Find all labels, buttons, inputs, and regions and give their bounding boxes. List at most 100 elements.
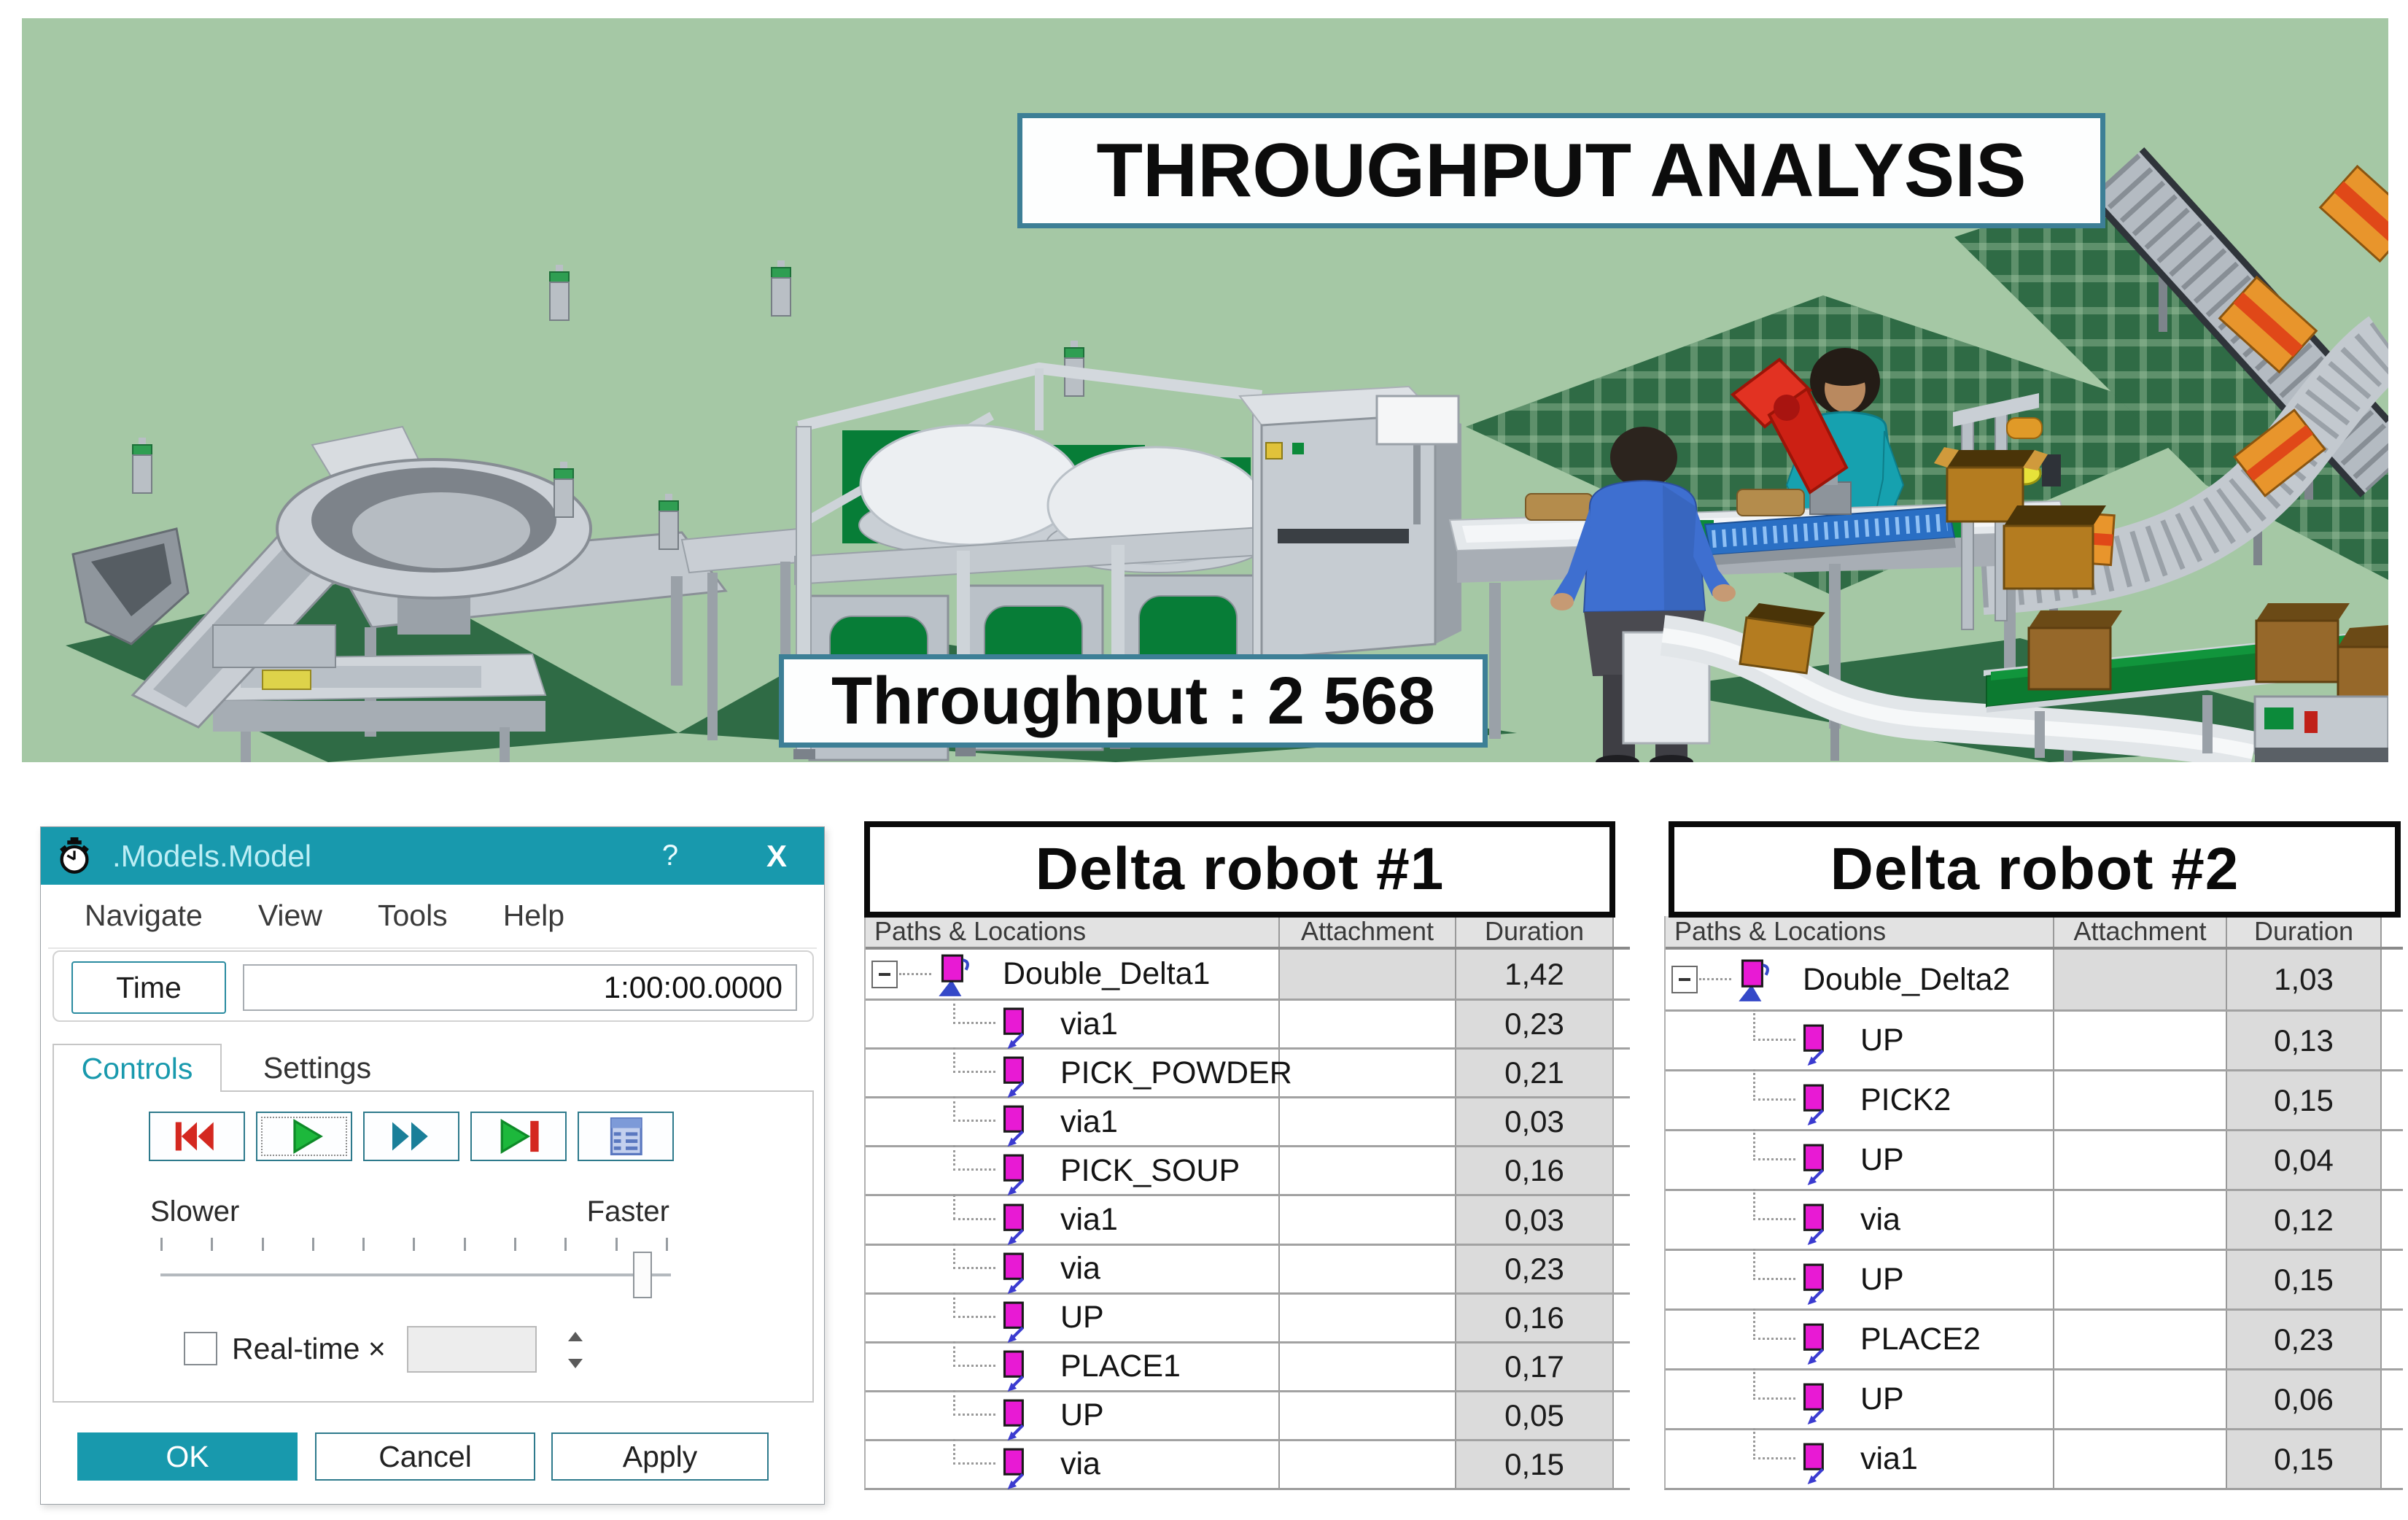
location-icon [1798, 1442, 1832, 1484]
focus-outline [261, 1117, 347, 1156]
tree-expander-icon[interactable] [1671, 966, 1698, 993]
table-row[interactable]: UP 0,13 [1666, 1009, 2403, 1069]
duration-cell: 0,15 [1456, 1441, 1614, 1488]
table-row[interactable]: UP 0,06 [1666, 1368, 2403, 1428]
duration-value: 0,03 [1504, 1203, 1564, 1238]
location-icon [998, 1007, 1032, 1049]
table-row[interactable]: via1 0,15 [1666, 1428, 2403, 1488]
realtime-checkbox[interactable] [184, 1332, 217, 1365]
table-row[interactable]: via 0,15 [866, 1439, 1630, 1488]
simulation-viewport[interactable]: THROUGHPUT ANALYSIS Throughput : 2 568 [22, 18, 2388, 762]
tab-controls[interactable]: Controls [53, 1044, 222, 1092]
path-label: UP [1860, 1262, 1904, 1298]
row-gutter [2382, 1311, 2404, 1368]
path-location-cell: via1 [866, 1098, 1280, 1145]
path-location-cell: Double_Delta2 [1666, 950, 2054, 1009]
step-to-end-button[interactable] [470, 1112, 567, 1161]
tree-line [1753, 1368, 1795, 1400]
table-row[interactable]: PICK_POWDER 0,21 [866, 1047, 1630, 1096]
skip-to-start-button[interactable] [149, 1112, 245, 1161]
tree-expander-icon[interactable] [871, 961, 898, 988]
realtime-factor-input[interactable] [407, 1326, 537, 1373]
path-label: UP [1860, 1142, 1904, 1178]
table-row[interactable]: PLACE1 0,17 [866, 1341, 1630, 1390]
play-button[interactable] [256, 1112, 352, 1161]
stepper-down-icon[interactable] [568, 1359, 583, 1368]
stopwatch-icon [57, 837, 92, 875]
column-header-attachment[interactable]: Attachment [2054, 916, 2227, 947]
table-row[interactable]: via1 0,03 [866, 1096, 1630, 1145]
table-row[interactable]: PICK_SOUP 0,16 [866, 1145, 1630, 1194]
table-row[interactable]: UP 0,15 [1666, 1249, 2403, 1308]
tree-line [953, 1194, 995, 1220]
duration-value: 0,12 [2274, 1203, 2334, 1238]
help-button[interactable]: ? [645, 827, 696, 885]
ok-button[interactable]: OK [77, 1432, 298, 1481]
tree-line [953, 1439, 995, 1465]
path-label: via [1860, 1202, 1900, 1238]
table-row[interactable]: via1 0,03 [866, 1194, 1630, 1243]
column-header-duration[interactable]: Duration [1456, 916, 1614, 947]
controls-tab-panel: Slower Faster Real-time × [53, 1090, 814, 1403]
table-row[interactable]: PICK2 0,15 [1666, 1069, 2403, 1129]
path-location-cell: via1 [866, 1196, 1280, 1243]
fast-forward-button[interactable] [363, 1112, 459, 1161]
path-location-cell: PICK_SOUP [866, 1147, 1280, 1194]
path-label: UP [1860, 1381, 1904, 1417]
slider-faster-label: Faster [564, 1195, 669, 1228]
menu-navigate[interactable]: Navigate [85, 899, 203, 933]
corner-machine [2255, 697, 2388, 762]
path-label: via1 [1060, 1007, 1118, 1042]
menu-view[interactable]: View [258, 899, 322, 933]
row-gutter [1614, 1001, 1631, 1047]
tree-line [953, 999, 995, 1024]
apply-button[interactable]: Apply [551, 1432, 769, 1481]
table-row[interactable]: via 0,12 [1666, 1189, 2403, 1249]
table-header: Paths & Locations Attachment Duration [866, 916, 1630, 950]
duration-value: 0,06 [2274, 1382, 2334, 1417]
cancel-button[interactable]: Cancel [315, 1432, 535, 1481]
menu-tools[interactable]: Tools [378, 899, 448, 933]
column-header-paths[interactable]: Paths & Locations [866, 916, 1280, 947]
location-icon [1798, 1083, 1832, 1125]
duration-cell: 1,03 [2227, 950, 2382, 1009]
row-gutter [2382, 1251, 2404, 1308]
table-row[interactable]: UP 0,04 [1666, 1129, 2403, 1189]
table-row[interactable]: PLACE2 0,23 [1666, 1308, 2403, 1368]
column-header-attachment[interactable]: Attachment [1280, 916, 1456, 947]
tree-line [953, 1096, 995, 1122]
dialog-titlebar[interactable]: .Models.Model ? X [41, 827, 824, 885]
table-row[interactable]: via1 0,23 [866, 999, 1630, 1047]
table-row[interactable]: Double_Delta2 1,03 [1666, 950, 2403, 1009]
path-location-cell: via [1666, 1191, 2054, 1249]
column-header-paths[interactable]: Paths & Locations [1666, 916, 2054, 947]
table-row[interactable]: via 0,23 [866, 1244, 1630, 1292]
attachment-cell [1280, 1246, 1456, 1292]
speed-slider-track[interactable] [160, 1273, 671, 1276]
location-icon [1798, 1143, 1832, 1185]
location-icon [1798, 1023, 1832, 1066]
table-header: Paths & Locations Attachment Duration [1666, 916, 2403, 950]
duration-cell: 0,06 [2227, 1370, 2382, 1428]
time-input[interactable]: 1:00:00.0000 [243, 964, 797, 1011]
event-list-button[interactable] [578, 1112, 674, 1161]
close-button[interactable]: X [745, 827, 808, 885]
attachment-cell [2054, 1311, 2227, 1368]
table-row[interactable]: Double_Delta1 1,42 [866, 950, 1630, 999]
column-header-duration[interactable]: Duration [2227, 916, 2382, 947]
speed-slider-thumb[interactable] [633, 1252, 652, 1298]
duration-value: 0,17 [1504, 1349, 1564, 1384]
time-button[interactable]: Time [71, 961, 226, 1014]
duration-cell: 0,04 [2227, 1131, 2382, 1189]
tree-line [899, 973, 931, 975]
duration-value: 1,42 [1504, 957, 1564, 992]
path-location-cell: UP [1666, 1131, 2054, 1189]
header-gutter [1614, 916, 1631, 947]
stepper-up-icon[interactable] [568, 1332, 583, 1341]
table-row[interactable]: UP 0,05 [866, 1390, 1630, 1439]
realtime-factor-stepper[interactable] [564, 1327, 586, 1373]
tab-settings[interactable]: Settings [235, 1044, 400, 1092]
menu-help[interactable]: Help [503, 899, 564, 933]
path-icon [1733, 959, 1775, 1003]
table-row[interactable]: UP 0,16 [866, 1292, 1630, 1341]
